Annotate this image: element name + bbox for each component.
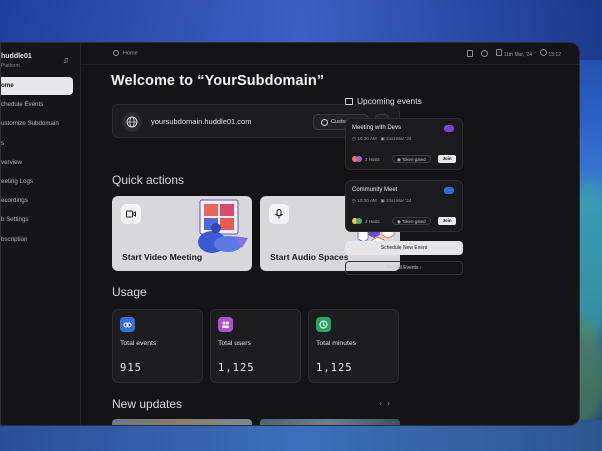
event-datetime: ◷ 10:30 AM ▣ 21st Mar '24 xyxy=(352,198,412,203)
events-icon xyxy=(120,317,135,332)
join-button[interactable]: Join xyxy=(438,155,456,163)
sidebar-item-meeting-logs[interactable]: eeting Logs xyxy=(1,173,81,191)
help-icon[interactable] xyxy=(481,50,489,57)
total-users-label: Total users xyxy=(218,340,251,347)
total-events-card: Total events 915 xyxy=(112,309,203,383)
total-minutes-label: Total minutes xyxy=(316,340,357,347)
event-hosts: 2 Hosts xyxy=(365,157,380,162)
host-avatars xyxy=(352,218,363,225)
phone-icon[interactable] xyxy=(467,50,474,57)
start-video-meeting-card[interactable]: Start Video Meeting xyxy=(112,196,252,271)
sidebar-item-schedule-events[interactable]: chedule Events xyxy=(1,96,81,114)
calendar-icon xyxy=(496,49,503,56)
token-gated-badge: ◉ Token-gated xyxy=(392,155,431,163)
sidebar-item-overview[interactable]: verview xyxy=(1,154,81,172)
join-button[interactable]: Join xyxy=(438,217,456,225)
globe-icon xyxy=(122,112,142,132)
workspace-switcher[interactable]: huddle01 Platform ⇵ xyxy=(1,53,79,75)
topbar-actions: 11th Mar, '24 13:12 xyxy=(467,49,561,58)
start-audio-spaces-label: Start Audio Spaces xyxy=(270,252,349,262)
schedule-new-event-button[interactable]: Schedule New Event xyxy=(345,241,463,255)
event-name: Community Meet xyxy=(352,187,398,193)
video-meeting-illustration xyxy=(198,199,248,253)
total-minutes-value: 1,125 xyxy=(316,362,353,374)
page-title: Welcome to “YourSubdomain” xyxy=(111,73,325,89)
sidebar: huddle01 Platform ⇵ ome chedule Events u… xyxy=(1,43,81,425)
calendar-icon xyxy=(345,98,353,105)
sidebar-item-customize-subdomain[interactable]: ustomize Subdomain xyxy=(1,115,81,133)
event-card[interactable]: Meeting with Devs ◷ 10:30 AM ▣ 21st Mar … xyxy=(345,118,463,170)
sidebar-item-recordings[interactable]: ecordings xyxy=(1,192,81,210)
see-all-events-button[interactable]: See all Events › xyxy=(345,261,463,275)
time-display: 13:12 xyxy=(540,49,561,58)
total-events-label: Total events xyxy=(120,340,157,347)
total-events-value: 915 xyxy=(120,362,142,374)
topbar: Home 11th Mar, '24 13:12 xyxy=(81,43,579,65)
sidebar-item-subscription[interactable]: bscription xyxy=(1,231,81,249)
event-name: Meeting with Devs xyxy=(352,125,402,131)
video-camera-icon xyxy=(121,204,141,224)
chevron-left-icon[interactable]: ‹ xyxy=(379,398,387,408)
update-thumbnail[interactable] xyxy=(112,419,252,425)
host-avatars xyxy=(352,156,363,163)
sidebar-item-section[interactable]: s xyxy=(1,135,81,153)
event-footer: 2 Hosts ◉ Token-gated Join xyxy=(352,217,456,226)
event-status-badge xyxy=(444,125,454,132)
event-footer: 2 Hosts ◉ Token-gated Join xyxy=(352,155,456,164)
usage-title: Usage xyxy=(112,285,147,299)
token-gated-badge: ◉ Token-gated xyxy=(392,217,431,225)
chevron-right-icon[interactable]: › xyxy=(387,398,395,408)
event-status-badge xyxy=(444,187,454,194)
event-hosts: 2 Hosts xyxy=(365,219,380,224)
event-datetime: ◷ 10:30 AM ▣ 21st Mar '24 xyxy=(352,136,412,141)
subdomain-url: yoursubdomain.huddle01.com xyxy=(151,117,252,126)
breadcrumb[interactable]: Home xyxy=(113,50,138,56)
sidebar-nav: ome chedule Events ustomize Subdomain s … xyxy=(1,77,81,250)
palette-icon xyxy=(321,119,328,126)
home-icon xyxy=(113,50,119,56)
sidebar-item-home[interactable]: ome xyxy=(1,77,73,95)
app-window: huddle01 Platform ⇵ ome chedule Events u… xyxy=(0,42,580,426)
start-video-meeting-label: Start Video Meeting xyxy=(122,252,203,262)
clock-icon xyxy=(316,317,331,332)
event-card[interactable]: Community Meet ◷ 10:30 AM ▣ 21st Mar '24… xyxy=(345,180,463,232)
microphone-icon xyxy=(269,204,289,224)
updates-carousel-nav: ‹› xyxy=(379,398,395,408)
total-users-value: 1,125 xyxy=(218,362,255,374)
users-icon xyxy=(218,317,233,332)
brand-name: huddle01 xyxy=(1,53,32,60)
quick-actions-title: Quick actions xyxy=(112,173,185,187)
new-updates-title: New updates xyxy=(112,397,183,411)
chevron-updown-icon: ⇵ xyxy=(63,58,69,65)
breadcrumb-home: Home xyxy=(123,50,138,57)
clock-icon xyxy=(540,49,548,56)
brand-subtitle: Platform xyxy=(1,63,20,69)
total-minutes-card: Total minutes 1,125 xyxy=(308,309,399,383)
date-display: 11th Mar, '24 xyxy=(496,49,532,58)
upcoming-events-title: Upcoming events xyxy=(345,96,422,106)
main-content: Welcome to “YourSubdomain” yoursubdomain… xyxy=(81,65,579,425)
update-thumbnail[interactable] xyxy=(260,419,400,425)
sidebar-item-web-settings[interactable]: b Settings xyxy=(1,211,81,229)
total-users-card: Total users 1,125 xyxy=(210,309,301,383)
